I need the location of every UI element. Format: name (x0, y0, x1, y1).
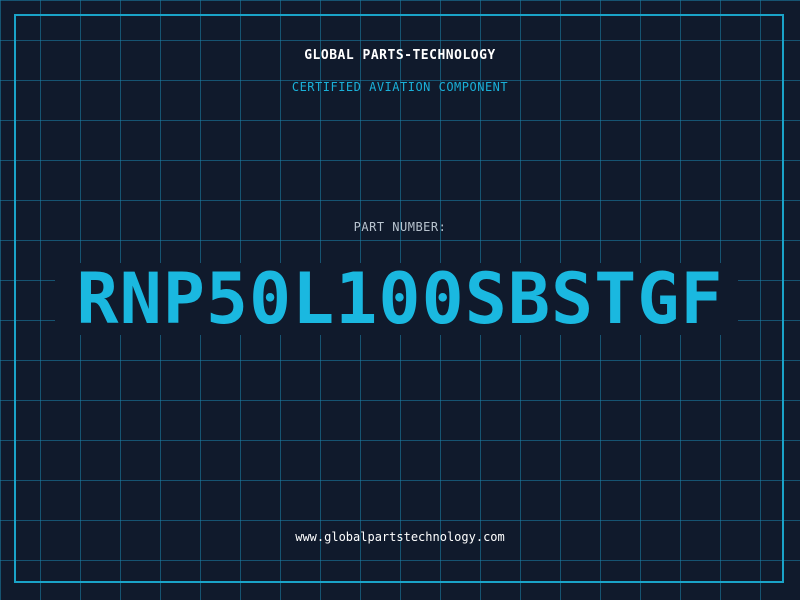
grid-background: GLOBAL PARTS-TECHNOLOGY CERTIFIED AVIATI… (0, 0, 800, 600)
part-number-label: PART NUMBER: (353, 220, 447, 234)
part-number-value: RNP50L100SBSTGF (76, 258, 724, 340)
certification-tagline: CERTIFIED AVIATION COMPONENT (291, 80, 509, 94)
website-url: www.globalpartstechnology.com (295, 530, 505, 544)
company-name: GLOBAL PARTS-TECHNOLOGY (304, 48, 496, 63)
